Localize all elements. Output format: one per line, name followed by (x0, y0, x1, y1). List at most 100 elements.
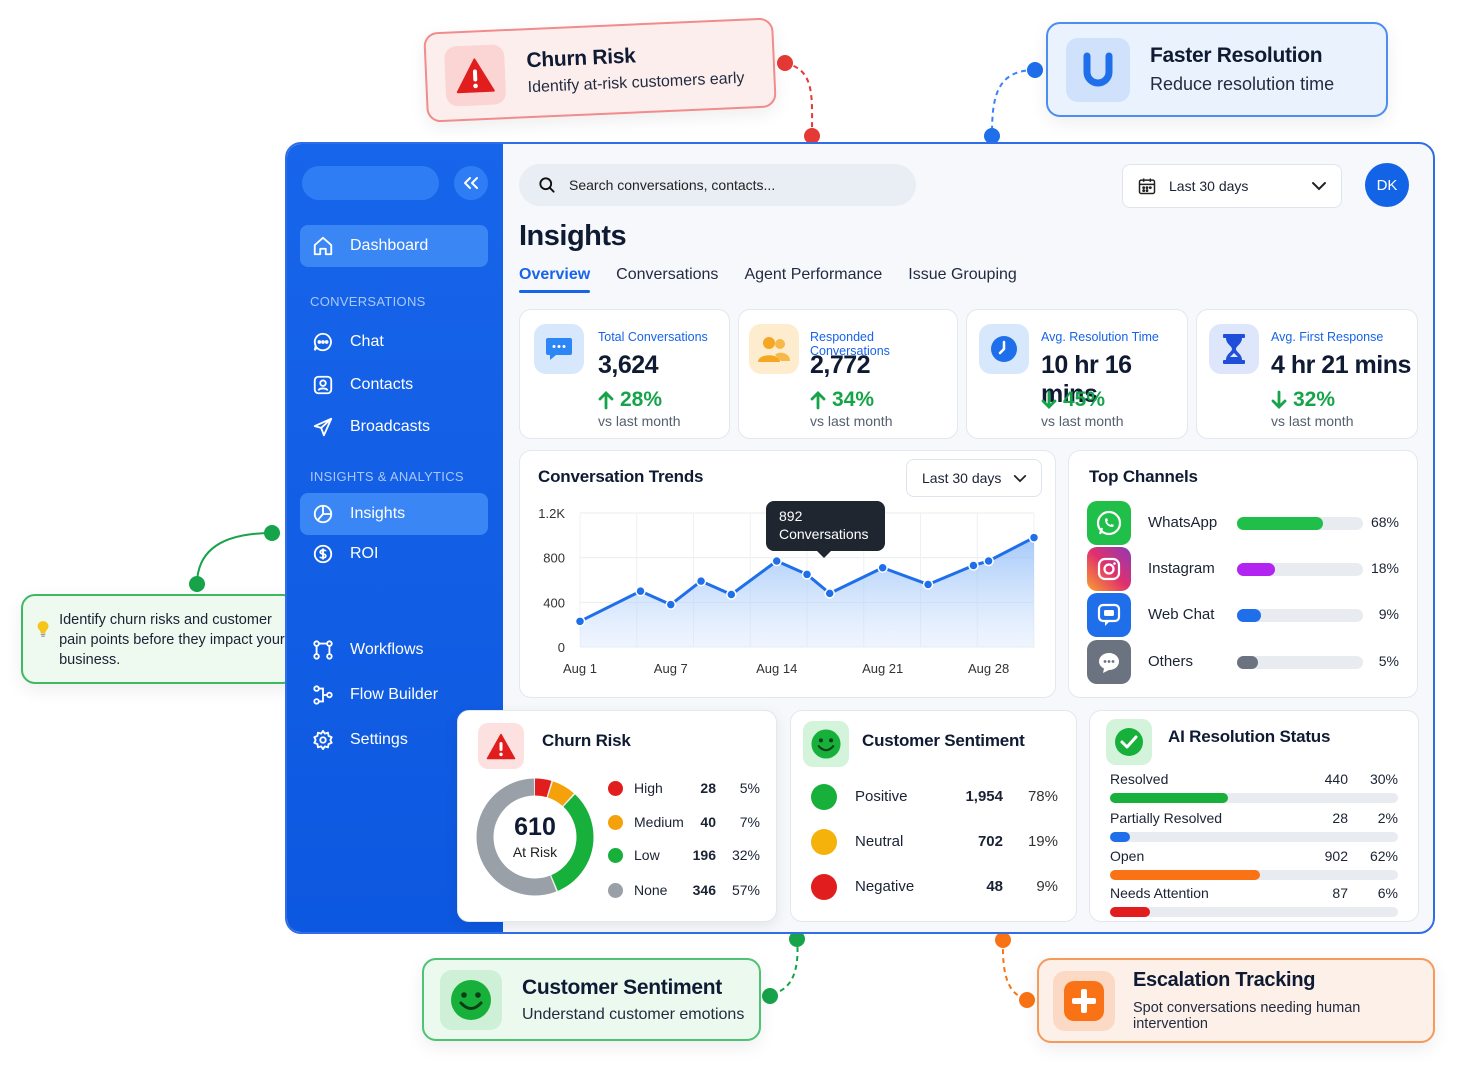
churn-total-label: At Risk (512, 844, 558, 860)
callout-escalation-tracking: Escalation Tracking Spot conversations n… (1037, 958, 1435, 1043)
search-placeholder: Search conversations, contacts... (569, 177, 776, 193)
legend-dot (608, 781, 623, 796)
logo-placeholder (302, 166, 439, 200)
x-tick-label: Aug 1 (563, 661, 597, 676)
stat-subtext: vs last month (810, 413, 893, 429)
dollar-icon (313, 544, 333, 564)
arrow-up-icon (810, 391, 826, 410)
callout-churn-risk: Churn Risk Identify at-risk customers ea… (423, 17, 777, 123)
channel-pct: 18% (1370, 560, 1399, 576)
connector-dot (762, 988, 778, 1004)
avatar[interactable]: DK (1365, 163, 1409, 207)
connector-dot (1019, 992, 1035, 1008)
trend-point (968, 560, 979, 571)
sidebar-item-flow-builder[interactable]: Flow Builder (300, 674, 488, 716)
churn-legend-row: Low 196 32% (608, 846, 768, 866)
churn-total: 610 (514, 813, 556, 841)
callout-title: Churn Risk (526, 44, 636, 73)
others-icon (1087, 640, 1131, 684)
sentiment-count: 1,954 (965, 788, 1003, 805)
tab-agent-performance[interactable]: Agent Performance (744, 266, 882, 293)
callout-subtitle: Reduce resolution time (1150, 74, 1335, 94)
channel-bar-track (1237, 517, 1363, 530)
stat-value: 3,624 (598, 351, 659, 379)
ai-status-row: Resolved 440 30% (1110, 771, 1400, 807)
stat-label: Avg. First Response (1271, 330, 1384, 344)
sentiment-count: 702 (977, 833, 1003, 850)
ai-status-count: 87 (1332, 885, 1348, 901)
collapse-sidebar-button[interactable] (454, 166, 488, 200)
trend-point (574, 616, 586, 627)
chevron-down-icon (1312, 182, 1326, 191)
sidebar-item-roi[interactable]: ROI (300, 533, 488, 575)
warning-icon (478, 723, 524, 769)
tab-issue-grouping[interactable]: Issue Grouping (908, 266, 1017, 293)
callout-customer-sentiment: Customer Sentiment Understand customer e… (422, 958, 761, 1041)
channel-name: Others (1148, 653, 1194, 670)
churn-legend-row: None 346 57% (608, 881, 768, 901)
sentiment-name: Positive (855, 788, 908, 805)
search-input[interactable]: Search conversations, contacts... (519, 164, 916, 206)
stat-value: 2,772 (810, 351, 871, 379)
callout-subtitle: Spot conversations needing human interve… (1133, 1000, 1361, 1032)
stat-value: 4 hr 21 mins (1271, 351, 1411, 379)
sidebar-item-label: Flow Builder (350, 686, 439, 703)
sidebar-item-label: Broadcasts (350, 418, 431, 435)
sidebar-item-broadcasts[interactable]: Broadcasts (300, 406, 488, 448)
tab-overview[interactable]: Overview (519, 266, 591, 293)
tab-conversations[interactable]: Conversations (616, 266, 718, 293)
top-channels-card: Top Channels WhatsApp 68% Instagram 18% Web … (1068, 450, 1418, 698)
sidebar-item-label: Insights (350, 505, 406, 522)
ai-status-row: Partially Resolved 28 2% (1110, 810, 1400, 846)
sidebar-item-workflows[interactable]: Workflows (300, 629, 488, 671)
sidebar-item-dashboard[interactable]: Dashboard (300, 225, 488, 267)
ai-status-bar-fill (1110, 832, 1131, 842)
connector-dot (189, 576, 205, 592)
stat-change: 28% (598, 388, 662, 412)
instagram-icon (1087, 547, 1131, 591)
y-tick-label: 400 (543, 595, 565, 610)
home-icon (313, 236, 333, 256)
sidebar-item-chat[interactable]: Chat (300, 321, 488, 363)
webchat-icon (1087, 593, 1131, 637)
x-tick-label: Aug 21 (862, 661, 903, 676)
sidebar-item-insights[interactable]: Insights (300, 493, 488, 535)
channel-pct: 5% (1378, 653, 1399, 669)
ai-status-count: 440 (1324, 771, 1348, 787)
trend-point (922, 579, 934, 590)
ai-status-bar-track (1110, 832, 1398, 842)
ai-status-row: Needs Attention 87 6% (1110, 885, 1400, 921)
callout-title: Escalation Tracking (1133, 969, 1316, 991)
ai-status-bar-track (1110, 793, 1398, 803)
sidebar-item-contacts[interactable]: Contacts (300, 364, 488, 406)
double-chevron-left-icon (464, 177, 478, 189)
churn-level-name: Low (634, 847, 660, 863)
card-title: Churn Risk (542, 731, 631, 750)
channel-bar-track (1237, 609, 1363, 622)
sentiment-count: 48 (986, 878, 1003, 895)
channel-row: Web Chat 9% (1087, 593, 1407, 637)
app-window: Dashboard CONVERSATIONS Chat Contacts Br… (285, 142, 1435, 934)
date-range-select[interactable]: Last 30 days (1122, 164, 1342, 208)
workflow-icon (313, 640, 333, 660)
arrow-down-icon (1271, 390, 1287, 409)
trend-chart: 0 400 800 1.2K Aug 1 Aug 7 Aug 14 Aug 21 Aug 28 (538, 506, 1040, 676)
x-tick-label: Aug 28 (968, 661, 1009, 676)
callout-tip: Identify churn risks and customer pain p… (21, 594, 297, 684)
legend-dot (608, 848, 623, 863)
channel-name: WhatsApp (1148, 514, 1218, 531)
date-range-value: Last 30 days (1169, 178, 1249, 194)
stat-card-responded-conversations: Responded Conversations 2,772 34% vs las… (738, 309, 958, 439)
message-icon (534, 324, 584, 374)
channel-bar-fill (1237, 656, 1259, 669)
stat-label: Total Conversations (598, 330, 708, 344)
callout-title: Faster Resolution (1150, 44, 1323, 67)
callout-subtitle: Understand customer emotions (522, 1005, 745, 1023)
trend-point (824, 588, 835, 599)
churn-level-count: 196 (692, 847, 716, 863)
check-circle-icon (1106, 719, 1152, 765)
ai-status-name: Needs Attention (1110, 885, 1209, 901)
ai-status-bar-fill (1110, 793, 1229, 803)
channel-name: Instagram (1148, 560, 1215, 577)
arrow-down-icon (1041, 390, 1057, 409)
